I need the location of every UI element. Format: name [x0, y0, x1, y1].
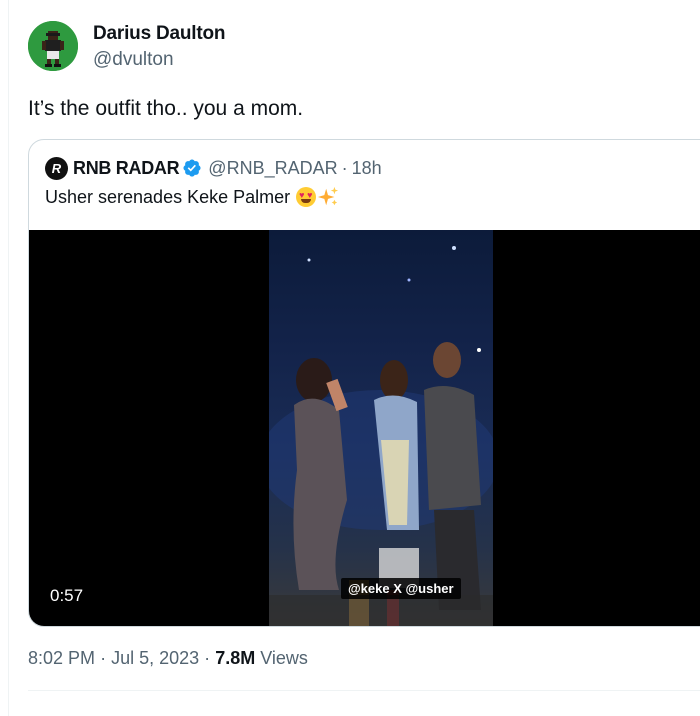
separator-dot: · [100, 648, 107, 668]
tweet-meta: 8:02 PM · Jul 5, 2023 · 7.8M Views [28, 648, 308, 669]
quoted-author-handle[interactable]: @RNB_RADAR [208, 158, 337, 179]
tweet-text: It’s the outfit tho.. you a mom. [28, 97, 304, 120]
quoted-tweet-card[interactable]: R RNB RADAR @RNB_RADAR · 18h Usher seren… [28, 139, 700, 627]
quoted-tweet-text-row: Usher serenades Keke Palmer ♥ ♥ [45, 186, 339, 208]
sparkles-icon [318, 186, 339, 206]
tweet-time[interactable]: 8:02 PM [28, 648, 95, 668]
video-scene-image [269, 246, 493, 626]
smiling-face-with-heart-eyes-icon: ♥ ♥ [296, 187, 317, 207]
video-frame [269, 230, 493, 626]
quoted-tweet-header: R RNB RADAR @RNB_RADAR · 18h [45, 156, 382, 180]
quoted-tweet-text: Usher serenades Keke Palmer [45, 186, 291, 207]
separator-dot: · [341, 157, 348, 178]
quoted-author-name[interactable]: RNB RADAR [73, 158, 180, 179]
avatar-figure-icon [28, 21, 78, 71]
video-duration: 0:57 [50, 586, 84, 605]
author-avatar[interactable] [28, 21, 78, 71]
quoted-tweet-time[interactable]: 18h [352, 158, 382, 179]
verified-badge-icon [183, 159, 201, 177]
separator-dot: · [204, 648, 211, 668]
quoted-author-avatar[interactable]: R [45, 156, 68, 180]
video-player[interactable]: 0:57 @keke X @usher [29, 230, 700, 626]
video-caption-tag: @keke X @usher [341, 578, 461, 599]
views-count[interactable]: 7.8M [215, 648, 255, 668]
tweet: Darius Daulton @dvulton It’s the outfit … [0, 0, 700, 716]
views-label: Views [260, 648, 308, 668]
author-handle[interactable]: @dvulton [93, 49, 174, 71]
bottom-divider [28, 690, 700, 691]
tweet-date[interactable]: Jul 5, 2023 [111, 648, 199, 668]
author-name[interactable]: Darius Daulton [93, 23, 226, 45]
